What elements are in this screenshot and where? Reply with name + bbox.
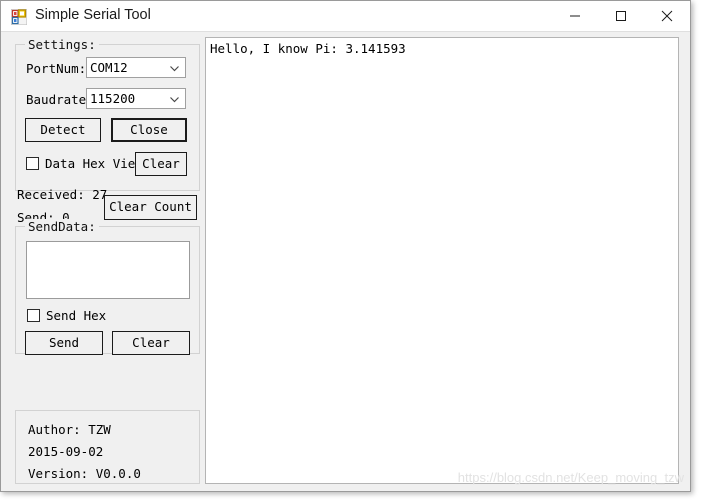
winforms-app-icon — [10, 8, 28, 26]
receive-data-textbox[interactable]: Hello, I know Pi: 3.141593 — [205, 37, 679, 484]
clear-receive-button[interactable]: Clear — [135, 152, 187, 176]
application-window: Simple Serial Tool Settings: PortNum: CO… — [0, 0, 691, 492]
send-hex-checkbox[interactable]: Send Hex — [27, 308, 106, 323]
portnum-value: COM12 — [90, 60, 128, 75]
clear-send-button[interactable]: Clear — [112, 331, 190, 355]
senddata-group: SendData: Send Hex Send Clear — [15, 219, 200, 355]
chevron-down-icon — [168, 62, 181, 75]
baudrate-value: 115200 — [90, 91, 136, 106]
minimize-icon — [552, 10, 598, 22]
maximize-button[interactable] — [598, 1, 644, 30]
baudrate-select[interactable]: 115200 — [86, 88, 186, 109]
clear-count-button[interactable]: Clear Count — [104, 195, 197, 220]
date-label: 2015-09-02 — [28, 444, 104, 459]
data-hex-view-checkbox[interactable]: Data Hex View — [26, 156, 143, 171]
baudrate-label: Baudrate: — [26, 92, 94, 107]
senddata-group-label: SendData: — [25, 219, 99, 234]
chevron-down-icon — [168, 93, 181, 106]
close-icon — [644, 10, 690, 22]
settings-column: Settings: PortNum: COM12 Baudrate: 11520… — [1, 32, 200, 491]
data-hex-view-label: Data Hex View — [45, 156, 143, 171]
about-panel: Author: TZW 2015-09-02 Version: V0.0.0 — [15, 410, 200, 484]
portnum-select[interactable]: COM12 — [86, 57, 186, 78]
close-port-button[interactable]: Close — [111, 118, 187, 142]
receive-data-text: Hello, I know Pi: 3.141593 — [210, 41, 406, 56]
minimize-button[interactable] — [552, 1, 598, 30]
portnum-label: PortNum: — [26, 61, 87, 76]
checkbox-box — [26, 157, 39, 170]
settings-group-label: Settings: — [25, 37, 99, 52]
settings-group: Settings: PortNum: COM12 Baudrate: 11520… — [15, 37, 200, 191]
send-hex-label: Send Hex — [46, 308, 107, 323]
version-label: Version: V0.0.0 — [28, 466, 141, 481]
received-count-label: Received: 27 — [17, 187, 108, 202]
send-button[interactable]: Send — [25, 331, 103, 355]
detect-button[interactable]: Detect — [25, 118, 101, 142]
author-label: Author: TZW — [28, 422, 111, 437]
title-bar: Simple Serial Tool — [1, 1, 690, 32]
send-data-input[interactable] — [26, 241, 190, 299]
maximize-icon — [598, 10, 644, 22]
close-button[interactable] — [644, 1, 690, 30]
window-title: Simple Serial Tool — [35, 7, 151, 23]
checkbox-box — [27, 309, 40, 322]
